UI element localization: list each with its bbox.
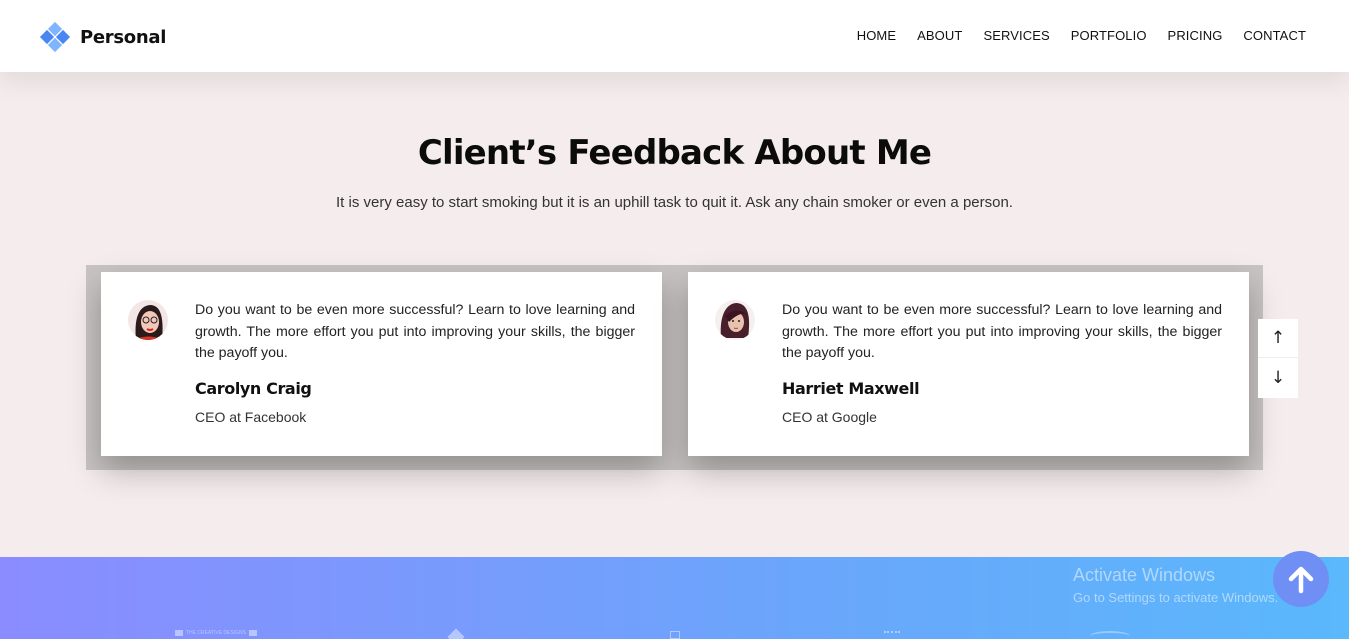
testimonial-quote: Do you want to be even more successful? … bbox=[195, 302, 635, 361]
avatar-woman-glasses-icon bbox=[128, 300, 168, 340]
nav-contact[interactable]: CONTACT bbox=[1243, 28, 1306, 43]
nav-home[interactable]: HOME bbox=[857, 28, 896, 43]
scroll-to-top-button[interactable] bbox=[1273, 551, 1329, 607]
testimonial-name: Harriet Maxwell bbox=[782, 379, 920, 398]
site-logo[interactable]: Personal bbox=[39, 21, 167, 53]
slider-up-arrow-icon[interactable]: ↑ bbox=[1258, 319, 1298, 358]
nav-pricing[interactable]: PRICING bbox=[1168, 28, 1223, 43]
windows-activation-watermark: Activate Windows Go to Settings to activ… bbox=[1073, 565, 1279, 605]
brand-logo-stars-icon bbox=[884, 631, 900, 634]
diamond-logo-icon bbox=[39, 21, 71, 53]
section-subtitle: It is very easy to start smoking but it … bbox=[336, 194, 1013, 211]
testimonial-role: CEO at Facebook bbox=[195, 409, 307, 425]
brand-logo-diamond-icon bbox=[447, 628, 465, 639]
slider-down-arrow-icon[interactable]: ↓ bbox=[1258, 358, 1298, 397]
slider-controls: ↑ ↓ bbox=[1258, 319, 1298, 398]
brand-logo-creative-designs: THE CREATIVE DESIGNS bbox=[175, 629, 257, 637]
navbar: Personal HOME ABOUT SERVICES PORTFOLIO P… bbox=[0, 0, 1349, 72]
testimonial-card: Do you want to be even more successful? … bbox=[688, 272, 1249, 456]
nav-services[interactable]: SERVICES bbox=[983, 28, 1049, 43]
arrow-up-icon bbox=[1288, 566, 1314, 594]
testimonial-name: Carolyn Craig bbox=[195, 379, 312, 398]
brand-name: Personal bbox=[80, 26, 167, 48]
brand-logo-crest-icon bbox=[670, 631, 680, 639]
brands-band: THE CREATIVE DESIGNS Activate Windows Go… bbox=[0, 557, 1349, 639]
testimonial-quote: Do you want to be even more successful? … bbox=[782, 302, 1222, 361]
nav-about[interactable]: ABOUT bbox=[917, 28, 962, 43]
brand-logo-arc-icon bbox=[1090, 631, 1130, 639]
avatar-woman-dark-hair-icon bbox=[715, 300, 755, 340]
testimonial-card: Do you want to be even more successful? … bbox=[101, 272, 662, 456]
nav-portfolio[interactable]: PORTFOLIO bbox=[1071, 28, 1147, 43]
section-title: Client’s Feedback About Me bbox=[417, 133, 932, 173]
testimonial-role: CEO at Google bbox=[782, 409, 877, 425]
main-nav: HOME ABOUT SERVICES PORTFOLIO PRICING CO… bbox=[836, 28, 1306, 43]
